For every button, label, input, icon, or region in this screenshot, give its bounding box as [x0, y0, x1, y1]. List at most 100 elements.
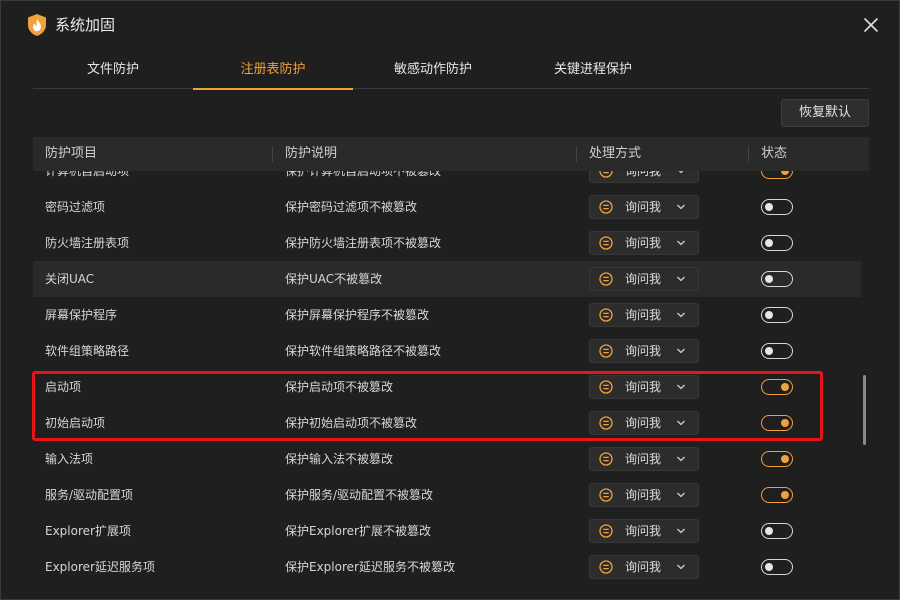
table-row[interactable]: Explorer扩展项 保护Explorer扩展不被篡改 询问我 — [33, 513, 861, 549]
chevron-down-icon — [678, 171, 684, 174]
status-toggle[interactable] — [761, 235, 793, 251]
handling-dropdown[interactable]: 询问我 — [589, 375, 699, 399]
protection-item-name: Explorer扩展项 — [45, 524, 131, 538]
ask-icon — [599, 236, 613, 250]
toggle-knob — [781, 418, 789, 427]
handling-value: 询问我 — [625, 236, 662, 250]
protection-item-name: 启动项 — [45, 380, 82, 394]
protection-item-description: 保护计算机自启动项不被篡改 — [285, 171, 442, 178]
tab-file-protection[interactable]: 文件防护 — [33, 51, 193, 89]
ask-icon — [599, 272, 613, 286]
chevron-down-icon — [677, 204, 685, 210]
toggle-knob — [781, 454, 789, 463]
handling-dropdown[interactable]: 询问我 — [589, 447, 699, 471]
protection-item-description: 保护服务/驱动配置不被篡改 — [285, 488, 434, 502]
status-toggle[interactable] — [761, 199, 793, 215]
protection-item-description: 保护启动项不被篡改 — [285, 380, 394, 394]
ask-icon — [599, 344, 613, 358]
protection-item-description: 保护UAC不被篡改 — [285, 272, 383, 286]
handling-value: 询问我 — [625, 344, 662, 358]
table-body: 计算机自启动项 保护计算机自启动项不被篡改 询问我 密码过滤项 保护密码过滤项不… — [33, 171, 861, 579]
handling-value: 询问我 — [625, 272, 662, 286]
protection-item-name: 防火墙注册表项 — [45, 236, 130, 250]
table-header: 防护项目 防护说明 处理方式 状态 — [33, 137, 869, 171]
status-toggle[interactable] — [761, 307, 793, 323]
system-hardening-window: 系统加固 文件防护 注册表防护 敏感动作防护 关键进程保护 恢复默认 防护项目 … — [0, 0, 900, 600]
protection-item-description: 保护密码过滤项不被篡改 — [285, 200, 418, 214]
status-toggle[interactable] — [761, 271, 793, 287]
column-divider — [272, 146, 273, 162]
protection-item-description: 保护Explorer扩展不被篡改 — [285, 524, 431, 538]
status-toggle[interactable] — [761, 343, 793, 359]
table-row[interactable]: 计算机自启动项 保护计算机自启动项不被篡改 询问我 — [33, 171, 861, 189]
scrollbar-thumb[interactable] — [863, 375, 866, 445]
column-header-description[interactable]: 防护说明 — [285, 137, 337, 171]
handling-dropdown[interactable]: 询问我 — [589, 483, 699, 507]
ask-icon — [599, 380, 613, 394]
table-rows: 计算机自启动项 保护计算机自启动项不被篡改 询问我 密码过滤项 保护密码过滤项不… — [33, 171, 861, 579]
protection-item-name: 计算机自启动项 — [45, 171, 130, 178]
chevron-down-icon — [677, 312, 685, 318]
handling-dropdown[interactable]: 询问我 — [589, 303, 699, 327]
chevron-down-icon — [677, 348, 685, 354]
protection-item-name: 初始启动项 — [45, 416, 106, 430]
status-toggle[interactable] — [761, 171, 793, 179]
status-toggle[interactable] — [761, 451, 793, 467]
chevron-down-icon — [677, 276, 685, 282]
tab-key-process-protection[interactable]: 关键进程保护 — [513, 51, 673, 89]
handling-dropdown[interactable]: 询问我 — [589, 339, 699, 363]
table-row[interactable]: 初始启动项 保护初始启动项不被篡改 询问我 — [33, 405, 861, 441]
handling-value: 询问我 — [625, 200, 662, 214]
handling-value: 询问我 — [625, 416, 662, 430]
status-toggle[interactable] — [761, 379, 793, 395]
tab-sensitive-action-protection[interactable]: 敏感动作防护 — [353, 51, 513, 89]
handling-dropdown[interactable]: 询问我 — [589, 231, 699, 255]
protection-item-description: 保护屏幕保护程序不被篡改 — [285, 308, 430, 322]
handling-value: 询问我 — [625, 452, 662, 466]
handling-dropdown[interactable]: 询问我 — [589, 171, 699, 183]
handling-dropdown[interactable]: 询问我 — [589, 555, 699, 579]
status-toggle[interactable] — [761, 487, 793, 503]
protection-item-name: 密码过滤项 — [45, 200, 106, 214]
column-header-item[interactable]: 防护项目 — [45, 137, 97, 171]
table-row[interactable]: 软件组策略路径 保护软件组策略路径不被篡改 询问我 — [33, 333, 861, 369]
handling-dropdown[interactable]: 询问我 — [589, 195, 699, 219]
ask-icon — [599, 452, 613, 466]
close-icon[interactable] — [859, 13, 883, 37]
table-row[interactable]: 启动项 保护启动项不被篡改 询问我 — [33, 369, 861, 405]
protection-item-name: 软件组策略路径 — [45, 344, 130, 358]
handling-dropdown[interactable]: 询问我 — [589, 267, 699, 291]
column-header-handling[interactable]: 处理方式 — [589, 137, 641, 171]
protection-item-name: 输入法项 — [45, 452, 94, 466]
toggle-knob — [765, 310, 773, 319]
table-row[interactable]: 关闭UAC 保护UAC不被篡改 询问我 — [33, 261, 861, 297]
table-row[interactable]: 密码过滤项 保护密码过滤项不被篡改 询问我 — [33, 189, 861, 225]
table-row[interactable]: 屏幕保护程序 保护屏幕保护程序不被篡改 询问我 — [33, 297, 861, 333]
table-row[interactable]: 服务/驱动配置项 保护服务/驱动配置不被篡改 询问我 — [33, 477, 861, 513]
table-row[interactable]: 防火墙注册表项 保护防火墙注册表项不被篡改 询问我 — [33, 225, 861, 261]
status-toggle[interactable] — [761, 523, 793, 539]
status-toggle[interactable] — [761, 415, 793, 431]
title-bar: 系统加固 — [1, 1, 899, 49]
chevron-down-icon — [677, 456, 685, 462]
column-divider — [576, 146, 577, 162]
handling-value: 询问我 — [625, 308, 662, 322]
table-row[interactable]: 输入法项 保护输入法不被篡改 询问我 — [33, 441, 861, 477]
ask-icon — [599, 171, 613, 178]
status-toggle[interactable] — [761, 559, 793, 575]
toggle-knob — [765, 238, 773, 247]
column-header-status[interactable]: 状态 — [761, 137, 787, 171]
restore-default-button[interactable]: 恢复默认 — [781, 99, 869, 127]
chevron-down-icon — [677, 564, 685, 570]
tab-registry-protection[interactable]: 注册表防护 — [193, 51, 353, 90]
ask-icon — [599, 416, 613, 430]
protection-item-description: 保护Explorer延迟服务不被篡改 — [285, 560, 455, 574]
ask-icon — [599, 524, 613, 538]
column-divider — [748, 146, 749, 162]
handling-dropdown[interactable]: 询问我 — [589, 411, 699, 435]
handling-dropdown[interactable]: 询问我 — [589, 519, 699, 543]
handling-value: 询问我 — [625, 171, 662, 178]
toggle-knob — [781, 490, 789, 499]
table-row[interactable]: Explorer延迟服务项 保护Explorer延迟服务不被篡改 询问我 — [33, 549, 861, 579]
ask-icon — [599, 308, 613, 322]
